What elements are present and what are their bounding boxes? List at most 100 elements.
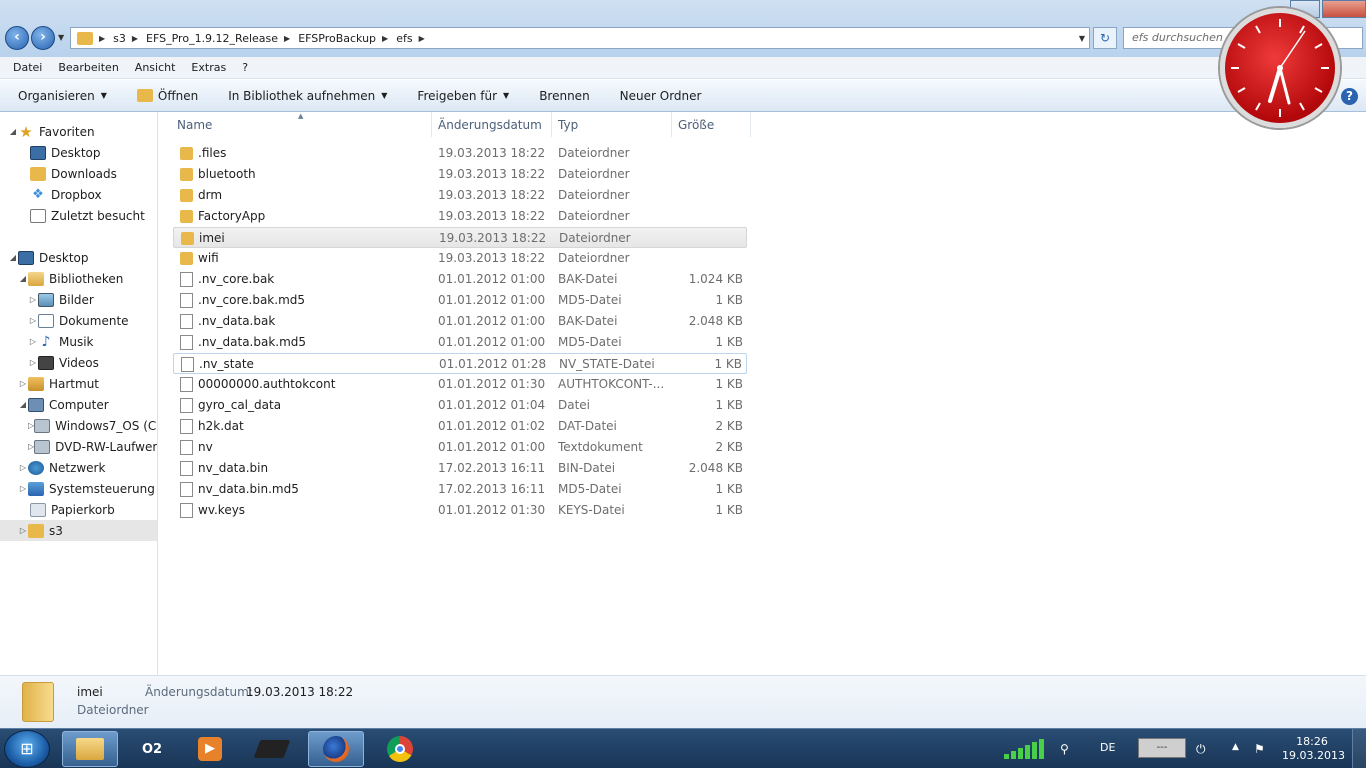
language-indicator[interactable]: DE bbox=[1100, 741, 1115, 754]
recent-pages-dropdown[interactable]: ▼ bbox=[58, 33, 64, 42]
column-header-name[interactable]: Name bbox=[177, 112, 431, 137]
table-row[interactable]: .nv_core.bak.md5 01.01.2012 01:00 MD5-Da… bbox=[173, 290, 747, 311]
column-separator[interactable] bbox=[431, 112, 432, 137]
breadcrumb-efs[interactable]: efs bbox=[396, 32, 412, 45]
taskbar-explorer-button[interactable] bbox=[62, 731, 118, 767]
taskbar-firefox-button[interactable] bbox=[308, 731, 364, 767]
expand-icon[interactable]: ▷ bbox=[18, 379, 28, 388]
nav-favorites[interactable]: ◢ ★ Favoriten bbox=[0, 121, 157, 142]
nav-fav-downloads[interactable]: Downloads bbox=[0, 163, 157, 184]
nav-pictures[interactable]: ▷ Bilder bbox=[0, 289, 157, 310]
power-plug-icon[interactable]: ⏻ bbox=[1196, 742, 1206, 757]
organize-button[interactable]: Organisieren ▼ bbox=[18, 89, 107, 103]
table-row[interactable]: gyro_cal_data 01.01.2012 01:04 Datei 1 K… bbox=[173, 395, 747, 416]
clock-area[interactable]: 18:26 19.03.2013 bbox=[1282, 735, 1345, 763]
nav-recycle-bin[interactable]: Papierkorb bbox=[0, 499, 157, 520]
action-center-flag-icon[interactable]: ⚑ bbox=[1254, 742, 1265, 756]
taskbar-o2-button[interactable]: O2 bbox=[124, 731, 180, 767]
nav-desktop[interactable]: ◢ Desktop bbox=[0, 247, 157, 268]
back-button[interactable]: ‹ bbox=[5, 26, 29, 50]
help-icon[interactable]: ? bbox=[1341, 88, 1358, 105]
collapse-icon[interactable]: ◢ bbox=[18, 274, 28, 283]
menu-tools[interactable]: Extras bbox=[191, 61, 226, 74]
expand-icon[interactable]: ▷ bbox=[28, 337, 38, 346]
nav-user[interactable]: ▷ Hartmut bbox=[0, 373, 157, 394]
nav-documents[interactable]: ▷ Dokumente bbox=[0, 310, 157, 331]
nav-videos[interactable]: ▷ Videos bbox=[0, 352, 157, 373]
expand-icon[interactable]: ▷ bbox=[18, 463, 28, 472]
signal-strength-icon[interactable] bbox=[1004, 739, 1046, 759]
crumb-separator[interactable]: ▶ bbox=[419, 34, 425, 43]
table-row[interactable]: 00000000.authtokcont 01.01.2012 01:30 AU… bbox=[173, 374, 747, 395]
table-row-focused[interactable]: .nv_state 01.01.2012 01:28 NV_STATE-Date… bbox=[173, 353, 747, 374]
nav-drive-c[interactable]: ▷ Windows7_OS (C:) bbox=[0, 415, 157, 436]
collapse-icon[interactable]: ◢ bbox=[8, 253, 18, 262]
show-hidden-icons-icon[interactable]: ▲ bbox=[1232, 742, 1239, 752]
table-row[interactable]: .nv_core.bak 01.01.2012 01:00 BAK-Datei … bbox=[173, 269, 747, 290]
include-in-library-button[interactable]: In Bibliothek aufnehmen ▼ bbox=[228, 89, 387, 103]
show-desktop-button[interactable] bbox=[1352, 729, 1366, 768]
refresh-button[interactable]: ↻ bbox=[1093, 27, 1117, 49]
taskbar-media-player-button[interactable]: ▶ bbox=[182, 731, 238, 767]
column-separator[interactable] bbox=[551, 112, 552, 137]
expand-icon[interactable]: ▷ bbox=[18, 526, 28, 535]
expand-icon[interactable]: ▷ bbox=[18, 484, 28, 493]
column-header-type[interactable]: Typ bbox=[558, 112, 671, 137]
menu-file[interactable]: Datei bbox=[13, 61, 42, 74]
table-row[interactable]: drm 19.03.2013 18:22 Dateiordner bbox=[173, 185, 747, 206]
table-row[interactable]: .nv_data.bak 01.01.2012 01:00 BAK-Datei … bbox=[173, 311, 747, 332]
nav-fav-desktop[interactable]: Desktop bbox=[0, 142, 157, 163]
clock-gadget[interactable] bbox=[1220, 8, 1340, 128]
nav-computer[interactable]: ◢ Computer bbox=[0, 394, 157, 415]
column-separator[interactable] bbox=[750, 112, 751, 137]
menu-help[interactable]: ? bbox=[242, 61, 248, 74]
menu-edit[interactable]: Bearbeiten bbox=[58, 61, 118, 74]
table-row[interactable]: FactoryApp 19.03.2013 18:22 Dateiordner bbox=[173, 206, 747, 227]
address-field[interactable]: ▶ s3 ▶ EFS_Pro_1.9.12_Release ▶ EFSProBa… bbox=[70, 27, 1090, 49]
nav-s3[interactable]: ▷ s3 bbox=[0, 520, 157, 541]
breadcrumb-efsprobackup[interactable]: EFSProBackup bbox=[298, 32, 376, 45]
forward-button[interactable]: › bbox=[31, 26, 55, 50]
expand-icon[interactable]: ▷ bbox=[28, 295, 38, 304]
table-row[interactable]: .files 19.03.2013 18:22 Dateiordner bbox=[173, 143, 747, 164]
table-row[interactable]: nv 01.01.2012 01:00 Textdokument 2 KB bbox=[173, 437, 747, 458]
collapse-icon[interactable]: ◢ bbox=[8, 127, 18, 136]
table-row[interactable]: h2k.dat 01.01.2012 01:02 DAT-Datei 2 KB bbox=[173, 416, 747, 437]
table-row-selected[interactable]: imei 19.03.2013 18:22 Dateiordner bbox=[173, 227, 747, 248]
address-dropdown-icon[interactable]: ▼ bbox=[1079, 34, 1085, 43]
share-with-button[interactable]: Freigeben für ▼ bbox=[417, 89, 509, 103]
column-separator[interactable] bbox=[671, 112, 672, 137]
burn-button[interactable]: Brennen bbox=[539, 89, 589, 103]
new-folder-button[interactable]: Neuer Ordner bbox=[620, 89, 702, 103]
table-row[interactable]: wv.keys 01.01.2012 01:30 KEYS-Datei 1 KB bbox=[173, 500, 747, 521]
wireless-icon[interactable]: ⚲ bbox=[1060, 742, 1069, 756]
nav-fav-recent[interactable]: Zuletzt besucht bbox=[0, 205, 157, 226]
menu-view[interactable]: Ansicht bbox=[135, 61, 176, 74]
nav-control-panel[interactable]: ▷ Systemsteuerung bbox=[0, 478, 157, 499]
nav-libraries[interactable]: ◢ Bibliotheken bbox=[0, 268, 157, 289]
crumb-separator[interactable]: ▶ bbox=[382, 34, 388, 43]
nav-drive-dvd[interactable]: ▷ DVD-RW-Laufwerk bbox=[0, 436, 157, 457]
nav-network[interactable]: ▷ Netzwerk bbox=[0, 457, 157, 478]
taskbar-chrome-button[interactable] bbox=[372, 731, 428, 767]
table-row[interactable]: nv_data.bin.md5 17.02.2013 16:11 MD5-Dat… bbox=[173, 479, 747, 500]
expand-icon[interactable]: ▷ bbox=[28, 358, 38, 367]
breadcrumb-s3[interactable]: s3 bbox=[113, 32, 126, 45]
taskbar-app-button[interactable] bbox=[244, 731, 300, 767]
start-button[interactable]: ⊞ bbox=[4, 730, 50, 768]
table-row[interactable]: bluetooth 19.03.2013 18:22 Dateiordner bbox=[173, 164, 747, 185]
crumb-separator[interactable]: ▶ bbox=[99, 34, 105, 43]
battery-indicator[interactable]: --- bbox=[1138, 738, 1186, 758]
nav-music[interactable]: ▷ ♪ Musik bbox=[0, 331, 157, 352]
crumb-separator[interactable]: ▶ bbox=[132, 34, 138, 43]
nav-fav-dropbox[interactable]: ❖ Dropbox bbox=[0, 184, 157, 205]
expand-icon[interactable]: ▷ bbox=[28, 316, 38, 325]
table-row[interactable]: wifi 19.03.2013 18:22 Dateiordner bbox=[173, 248, 747, 269]
column-header-size[interactable]: Größe bbox=[678, 112, 750, 137]
table-row[interactable]: nv_data.bin 17.02.2013 16:11 BIN-Datei 2… bbox=[173, 458, 747, 479]
crumb-separator[interactable]: ▶ bbox=[284, 34, 290, 43]
breadcrumb-efs-pro-release[interactable]: EFS_Pro_1.9.12_Release bbox=[146, 32, 278, 45]
open-button[interactable]: Öffnen bbox=[136, 89, 198, 103]
table-row[interactable]: .nv_data.bak.md5 01.01.2012 01:00 MD5-Da… bbox=[173, 332, 747, 353]
column-header-date[interactable]: Änderungsdatum bbox=[438, 112, 551, 137]
